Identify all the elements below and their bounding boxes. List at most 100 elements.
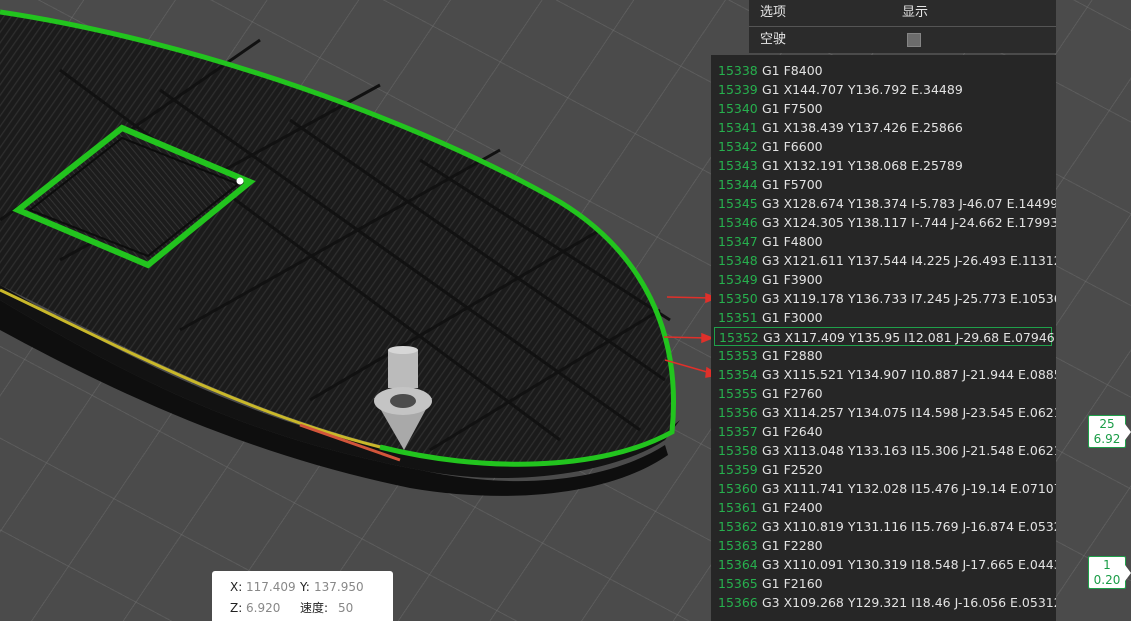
gcode-line[interactable]: 15351 G1 F3000 — [714, 308, 1052, 327]
gcode-line[interactable]: 15361 G1 F2400 — [714, 498, 1052, 517]
gcode-line-number: 15338 — [718, 63, 758, 78]
gcode-command: G1 F2280 — [762, 538, 823, 553]
gcode-line-number: 15351 — [718, 310, 758, 325]
gcode-line[interactable]: 15355 G1 F2760 — [714, 384, 1052, 403]
gcode-line-number: 15361 — [718, 500, 758, 515]
gcode-line-selected[interactable]: 15352 G3 X117.409 Y135.95 I12.081 J-29.68… — [714, 327, 1055, 346]
gcode-line[interactable]: 15349 G1 F3900 — [714, 270, 1052, 289]
gcode-command: G1 F8400 — [762, 63, 823, 78]
gcode-line-number: 15353 — [718, 348, 758, 363]
gcode-line[interactable]: 15348 G3 X121.611 Y137.544 I4.225 J-26.49… — [714, 251, 1056, 270]
gcode-command: G1 F3900 — [762, 272, 823, 287]
gcode-command: G3 X115.521 Y134.907 I10.887 J-21.944 E.… — [762, 367, 1056, 382]
gcode-line[interactable]: 15354 G3 X115.521 Y134.907 I10.887 J-21.9… — [714, 365, 1056, 384]
gcode-line[interactable]: 15357 G1 F2640 — [714, 422, 1052, 441]
gcode-command: G1 F7500 — [762, 101, 823, 116]
gcode-line[interactable]: 15341 G1 X138.439 Y137.426 E.25866 — [714, 118, 1052, 137]
gcode-command: G3 X121.611 Y137.544 I4.225 J-26.493 E.1… — [762, 253, 1056, 268]
gcode-line-number: 15365 — [718, 576, 758, 591]
gcode-viewer[interactable]: 15338 G1 F8400 15339 G1 X144.707 Y136.792 E… — [711, 55, 1056, 621]
gcode-line-number: 15362 — [718, 519, 758, 534]
gcode-line-number: 15343 — [718, 158, 758, 173]
gcode-line[interactable]: 15340 G1 F7500 — [714, 99, 1052, 118]
speed-label: 速度: — [300, 601, 329, 615]
gcode-line-number: 15347 — [718, 234, 758, 249]
gcode-command: G3 X111.741 Y132.028 I15.476 J-19.14 E.0… — [762, 481, 1056, 496]
gcode-line-number: 15352 — [719, 330, 759, 345]
gcode-line[interactable]: 15345 G3 X128.674 Y138.374 I-5.783 J-46.0… — [714, 194, 1056, 213]
bottom-layer-number: 1 — [1103, 558, 1111, 572]
layer-slider-bottom-label[interactable]: 1 0.20 — [1088, 556, 1126, 589]
gcode-line[interactable]: 15362 G3 X110.819 Y131.116 I15.769 J-16.8… — [714, 517, 1056, 536]
column-display: 显示 — [902, 5, 929, 20]
gcode-line[interactable]: 15358 G3 X113.048 Y133.163 I15.306 J-21.5… — [714, 441, 1056, 460]
layer-slider-top-label[interactable]: 25 6.92 — [1088, 415, 1126, 448]
gcode-line-number: 15358 — [718, 443, 758, 458]
gcode-line[interactable]: 15344 G1 F5700 — [714, 175, 1052, 194]
gcode-command: G1 X144.707 Y136.792 E.34489 — [762, 82, 963, 97]
layer-slider-bottom-handle[interactable] — [1125, 565, 1131, 581]
option-row-travel[interactable]: 空驶 — [749, 27, 1056, 53]
gcode-line[interactable]: 15364 G3 X110.091 Y130.319 I18.548 J-17.6… — [714, 555, 1056, 574]
gcode-command: G1 X138.439 Y137.426 E.25866 — [762, 120, 963, 135]
option-label-travel: 空驶 — [760, 32, 787, 47]
gcode-command: G3 X110.819 Y131.116 I15.769 J-16.874 E.… — [762, 519, 1056, 534]
gcode-command: G1 F3000 — [762, 310, 823, 325]
gcode-line-number: 15356 — [718, 405, 758, 420]
gcode-line[interactable]: 15347 G1 F4800 — [714, 232, 1052, 251]
y-label: Y: — [300, 580, 310, 594]
gcode-line-number: 15341 — [718, 120, 758, 135]
gcode-command: G3 X117.409 Y135.95 I12.081 J-29.68 E.07… — [763, 330, 1055, 345]
gcode-line-number: 15339 — [718, 82, 758, 97]
checkbox-icon[interactable] — [907, 33, 921, 47]
gcode-line[interactable]: 15356 G3 X114.257 Y134.075 I14.598 J-23.5… — [714, 403, 1056, 422]
gcode-line[interactable]: 15363 G1 F2280 — [714, 536, 1052, 555]
gcode-line-number: 15350 — [718, 291, 758, 306]
gcode-line[interactable]: 15338 G1 F8400 — [714, 61, 1052, 80]
position-readout: X: 117.409 Y: 137.950 Z: 6.920 速度: 50 — [212, 571, 393, 621]
gcode-command: G3 X113.048 Y133.163 I15.306 J-21.548 E.… — [762, 443, 1056, 458]
gcode-command: G3 X109.268 Y129.321 I18.46 J-16.056 E.0… — [762, 595, 1056, 610]
y-value: 137.950 — [314, 580, 364, 594]
gcode-line-number: 15354 — [718, 367, 758, 382]
gcode-line[interactable]: 15365 G1 F2160 — [714, 574, 1052, 593]
gcode-line[interactable]: 15346 G3 X124.305 Y138.117 I-.744 J-24.66… — [714, 213, 1056, 232]
gcode-command: G3 X110.091 Y130.319 I18.548 J-17.665 E.… — [762, 557, 1056, 572]
option-panel-header: 选项 显示 — [749, 0, 1056, 27]
gcode-line-number: 15349 — [718, 272, 758, 287]
gcode-line-number: 15363 — [718, 538, 758, 553]
gcode-command: G1 F2520 — [762, 462, 823, 477]
gcode-command: G3 X114.257 Y134.075 I14.598 J-23.545 E.… — [762, 405, 1056, 420]
column-option: 选项 — [760, 5, 787, 20]
gcode-line[interactable]: 15339 G1 X144.707 Y136.792 E.34489 — [714, 80, 1052, 99]
speed-value: 50 — [338, 601, 354, 615]
gcode-command: G1 F2880 — [762, 348, 823, 363]
x-value: 117.409 — [246, 580, 296, 594]
gcode-command: G1 F2640 — [762, 424, 823, 439]
gcode-line-number: 15366 — [718, 595, 758, 610]
gcode-command: G1 F4800 — [762, 234, 823, 249]
gcode-command: G3 X119.178 Y136.733 I7.245 J-25.773 E.1… — [762, 291, 1056, 306]
x-label: X: — [230, 580, 243, 594]
z-label: Z: — [230, 601, 243, 615]
gcode-line-number: 15355 — [718, 386, 758, 401]
gcode-line[interactable]: 15353 G1 F2880 — [714, 346, 1052, 365]
option-panel: 选项 显示 空驶 — [749, 0, 1056, 53]
gcode-line[interactable]: 15350 G3 X119.178 Y136.733 I7.245 J-25.77… — [714, 289, 1056, 308]
gcode-line-number: 15345 — [718, 196, 758, 211]
gcode-line-number: 15357 — [718, 424, 758, 439]
gcode-line[interactable]: 15366 G3 X109.268 Y129.321 I18.46 J-16.05… — [714, 593, 1056, 612]
gcode-line[interactable]: 15359 G1 F2520 — [714, 460, 1052, 479]
gcode-command: G1 F2160 — [762, 576, 823, 591]
gcode-line-number: 15344 — [718, 177, 758, 192]
top-layer-number: 25 — [1099, 417, 1115, 431]
layer-slider-top-handle[interactable] — [1125, 424, 1131, 440]
gcode-line-number: 15342 — [718, 139, 758, 154]
gcode-line[interactable]: 15343 G1 X132.191 Y138.068 E.25789 — [714, 156, 1052, 175]
gcode-line-number: 15346 — [718, 215, 758, 230]
z-value: 6.920 — [246, 601, 281, 615]
gcode-line[interactable]: 15342 G1 F6600 — [714, 137, 1052, 156]
gcode-line-number: 15364 — [718, 557, 758, 572]
gcode-command: G1 F6600 — [762, 139, 823, 154]
gcode-line[interactable]: 15360 G3 X111.741 Y132.028 I15.476 J-19.1… — [714, 479, 1056, 498]
